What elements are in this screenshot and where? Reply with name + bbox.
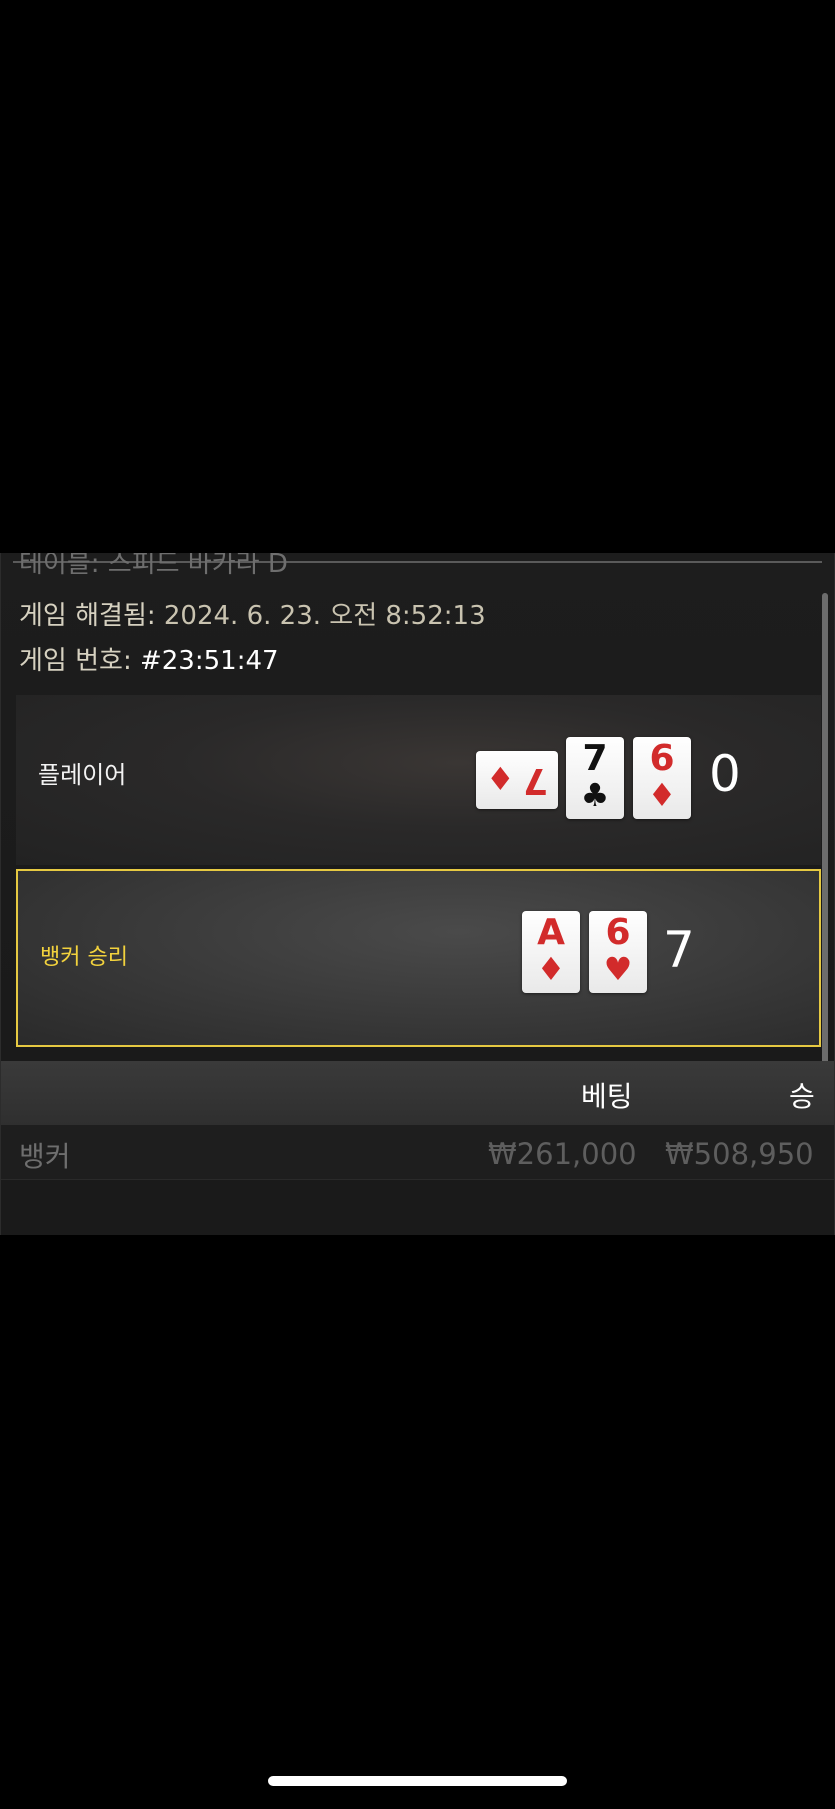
club-suit-icon: ♣ [580, 776, 610, 814]
banker-result-row: 뱅커 승리 A ♦ 6 ♥ 7 [16, 869, 821, 1047]
heart-suit-icon: ♥ [603, 950, 633, 988]
table-name: 테이블: 스피드 바카라 D [19, 553, 288, 579]
card-rank: 6 [649, 738, 675, 779]
player-card-3: 6 ♦ [633, 737, 691, 819]
banker-card-1: A ♦ [522, 911, 580, 993]
resolved-value: 2024. 6. 23. 오전 8:52:13 [163, 601, 486, 631]
column-header-bet: 베팅 [581, 1080, 633, 1113]
bet-amount: ₩261,000 [488, 1137, 637, 1171]
banker-card-2: 6 ♥ [589, 911, 647, 993]
player-score: 0 [709, 745, 741, 803]
column-header-win: 승 [789, 1080, 815, 1113]
diamond-suit-icon: ♦ [647, 776, 677, 814]
diamond-suit-icon: ♦ [486, 760, 515, 798]
game-number-value: #23:51:47 [139, 646, 279, 676]
bet-type-label: 뱅커 [19, 1140, 71, 1173]
player-label: 플레이어 [38, 761, 127, 789]
table-row-faded [1, 1180, 834, 1235]
resolved-label: 게임 해결됨: [19, 601, 156, 631]
player-result-row: 플레이어 7 ♦ 7 ♣ 6 ♦ 0 [16, 695, 821, 865]
banker-score: 7 [663, 921, 695, 979]
game-history-panel: 테이블: 스피드 바카라 D 게임 해결됨: 2024. 6. 23. 오전 8… [0, 553, 835, 1235]
diamond-suit-icon: ♦ [536, 950, 566, 988]
card-rank: 6 [605, 912, 631, 953]
game-resolved-time: 게임 해결됨: 2024. 6. 23. 오전 8:52:13 [19, 595, 486, 632]
table-row: 뱅커 ₩261,000 ₩508,950 [1, 1125, 834, 1180]
card-rank: 7 [522, 760, 548, 801]
home-indicator[interactable] [268, 1776, 567, 1786]
game-number: 게임 번호: #23:51:47 [19, 640, 279, 677]
player-card-2: 7 ♣ [566, 737, 624, 819]
card-rank: 7 [582, 738, 608, 779]
player-card-1: 7 ♦ [476, 751, 558, 809]
game-number-label: 게임 번호: [19, 646, 132, 676]
banker-win-label: 뱅커 승리 [40, 945, 128, 970]
bets-table-header: 베팅 승 [1, 1061, 834, 1125]
win-amount: ₩508,950 [665, 1137, 814, 1171]
card-rank: A [537, 912, 565, 953]
